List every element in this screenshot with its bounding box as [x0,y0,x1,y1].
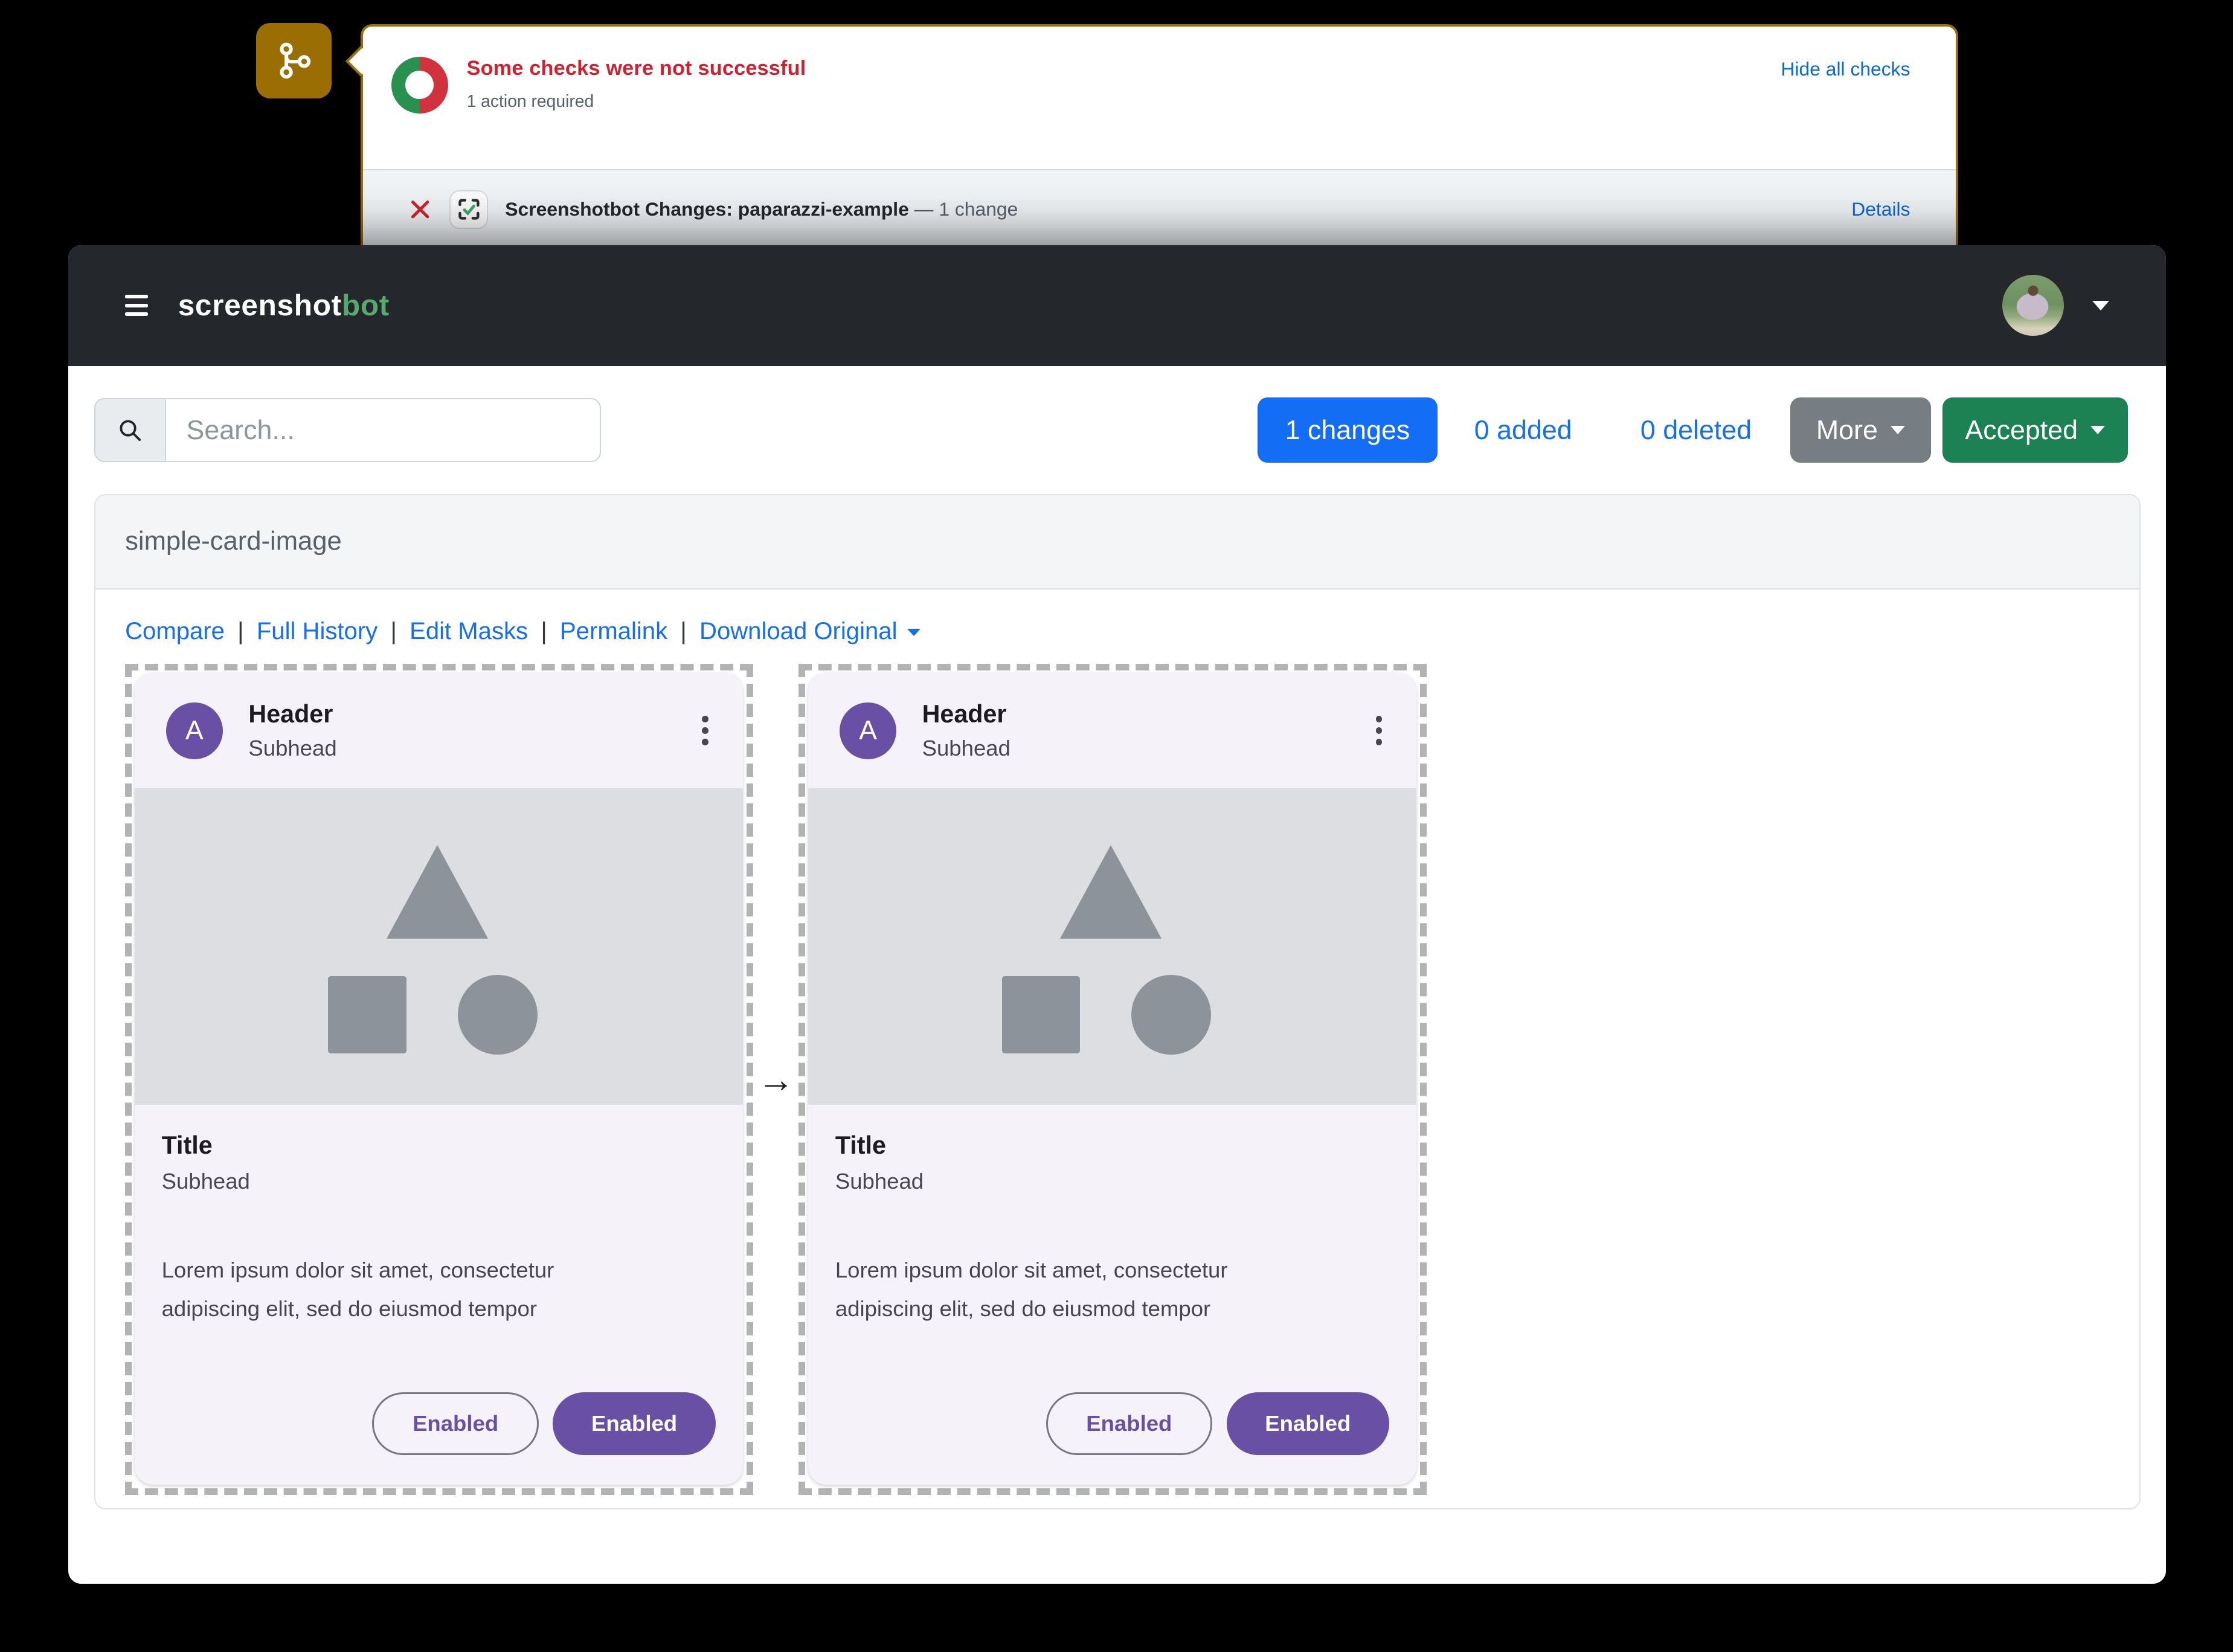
screenshot-after[interactable]: A Header Subhead Title Subhead Lorem ips… [798,663,1427,1496]
card-media-placeholder [808,788,1416,1105]
square-shape [328,976,407,1053]
changes-button[interactable]: 1 changes [1258,397,1438,463]
search-icon [120,420,141,441]
failed-x-icon [411,201,429,219]
app-window: screenshotbot 1 changes 0 added 0 de [68,245,2167,1584]
enabled-outlined-button: Enabled [1046,1392,1213,1455]
user-menu-caret-icon[interactable] [2092,300,2109,310]
card-header-text: Header [248,700,333,728]
link-separator: | [541,617,547,644]
checks-summary-row: Some checks were not successful 1 action… [363,27,1956,114]
kebab-menu-icon [702,713,709,748]
compare-link[interactable]: Compare [125,618,225,645]
more-dropdown-button[interactable]: More [1790,397,1932,463]
screenshotbot-check-icon [449,190,488,229]
card-subhead: Subhead [835,1168,924,1194]
screenshot-name-title: simple-card-image [125,527,342,556]
caret-down-icon [1891,426,1906,434]
card-media-placeholder [134,788,743,1105]
change-arrow: → [757,1058,795,1100]
checks-panel: Some checks were not successful 1 action… [345,24,1958,266]
toolbar: 1 changes 0 added 0 deleted More Accepte… [68,365,2167,495]
download-original-link[interactable]: Download Original [699,618,921,645]
ci-app-badge[interactable] [256,22,332,98]
card-title: Title [835,1131,886,1160]
accepted-button-label: Accepted [1965,414,2078,445]
check-item-name: Screenshotbot Changes: paparazzi-example [505,198,909,220]
report-card-header: simple-card-image [95,495,2139,590]
triangle-shape [1060,845,1162,939]
card-avatar: A [165,702,223,759]
card-body-text: Lorem ipsum dolor sit amet, consectetur … [161,1257,554,1321]
caret-down-icon [907,629,921,637]
menu-hamburger-icon[interactable] [125,290,149,321]
card-avatar: A [839,702,897,759]
card-title: Title [161,1131,213,1160]
square-shape [1001,976,1081,1053]
status-ring-icon [391,56,448,114]
checks-status-subtitle: 1 action required [466,91,594,111]
brand-accent-text: bot [341,289,390,323]
action-links-row: Compare | Full History | Edit Masks | Pe… [125,618,2109,645]
hide-all-checks-link[interactable]: Hide all checks [1781,58,1910,80]
enabled-outlined-button: Enabled [372,1392,539,1455]
enabled-filled-button: Enabled [1226,1392,1389,1455]
enabled-filled-button: Enabled [553,1392,716,1455]
link-separator: | [680,617,687,644]
full-history-link[interactable]: Full History [257,618,378,645]
card-body-text: Lorem ipsum dolor sit amet, consectetur … [835,1257,1228,1321]
card-header-subhead: Subhead [922,736,1010,761]
search-icon-box [94,397,165,463]
checks-status-title: Some checks were not successful [466,56,806,80]
link-separator: | [237,617,244,644]
rendered-card: A Header Subhead Title Subhead Lorem ips… [134,673,743,1485]
link-separator: | [390,617,397,644]
rendered-card: A Header Subhead Title Subhead Lorem ips… [808,673,1416,1485]
more-button-label: More [1816,414,1878,445]
deleted-link[interactable]: 0 deleted [1640,415,1752,446]
details-link[interactable]: Details [1851,198,1910,220]
check-item-text: Screenshotbot Changes: paparazzi-example… [505,198,1018,220]
kebab-menu-icon [1375,713,1383,748]
permalink-link[interactable]: Permalink [560,618,667,645]
brand-logo[interactable]: screenshotbot [178,288,390,323]
edit-masks-link[interactable]: Edit Masks [410,618,528,645]
card-header-text: Header [922,700,1007,728]
circle-shape [1131,975,1212,1055]
screen-canvas: Some checks were not successful 1 action… [0,0,2233,1652]
triangle-shape [387,845,489,939]
screenshot-report-card: simple-card-image Compare | Full History… [94,494,2141,1510]
check-item-suffix: — 1 change [914,198,1018,220]
comparison-row: A Header Subhead Title Subhead Lorem ips… [125,663,2109,1496]
card-subhead: Subhead [161,1168,250,1194]
report-card-body: Compare | Full History | Edit Masks | Pe… [95,590,2139,1524]
user-avatar[interactable] [2002,275,2064,336]
added-link[interactable]: 0 added [1474,415,1572,446]
search-input[interactable] [165,397,601,463]
git-branch-icon [279,42,310,79]
caret-down-icon [2090,426,2106,434]
circle-shape [458,975,538,1055]
search-group [94,397,601,463]
app-navbar: screenshotbot [68,245,2167,366]
accepted-dropdown-button[interactable]: Accepted [1942,397,2128,463]
screenshot-before[interactable]: A Header Subhead Title Subhead Lorem ips… [125,663,753,1496]
card-header-subhead: Subhead [248,736,337,761]
brand-primary-text: screenshot [178,289,342,323]
